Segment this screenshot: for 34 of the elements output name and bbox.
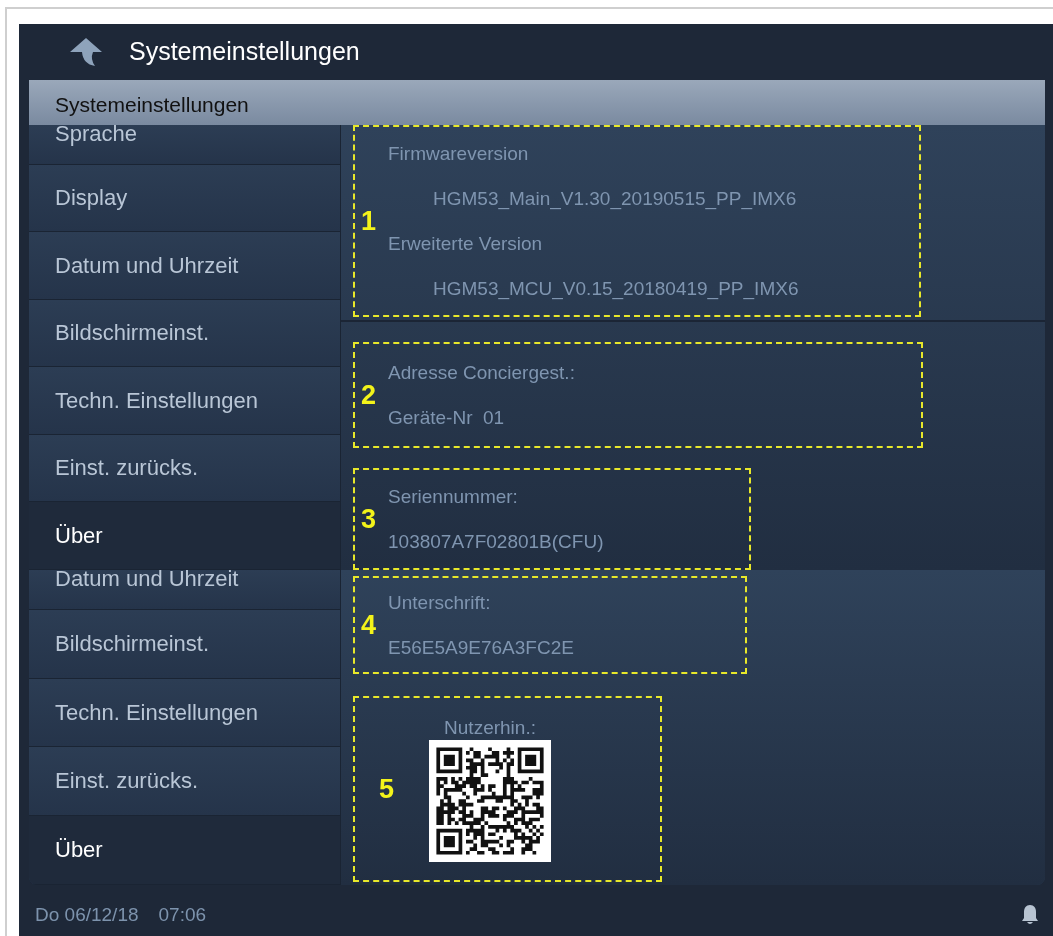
screen-title: Systemeinstellungen xyxy=(129,37,360,66)
menu-item[interactable]: Sprache xyxy=(29,125,340,165)
menu-item[interactable]: Display xyxy=(29,164,340,233)
status-time: 07:06 xyxy=(158,903,207,926)
info-text: E56E5A9E76A3FC2E xyxy=(388,636,574,660)
info-text: Nutzerhin.: xyxy=(443,716,537,740)
menu-item[interactable]: Bildschirmeinst. xyxy=(29,609,340,679)
version-text: HGM53_Main_V1.30_20190515_PP_IMX6 xyxy=(433,186,797,212)
callout-number: 3 xyxy=(361,503,377,535)
info-text: Unterschrift: xyxy=(388,591,491,615)
menu-item[interactable]: Techn. Einstellungen xyxy=(29,367,340,435)
info-text: Geräte-Nr 01 xyxy=(388,405,505,430)
status-date: Do 06/12/18 xyxy=(35,903,139,926)
menu-item[interactable]: Über xyxy=(29,816,340,885)
info-text: Erweiterte Version xyxy=(388,231,543,256)
menu-item[interactable]: Über xyxy=(29,502,340,570)
menu-item[interactable]: Techn. Einstellungen xyxy=(29,678,340,748)
menu-item[interactable]: Einst. zurücks. xyxy=(29,434,340,503)
info-text: Seriennummer: xyxy=(388,484,518,509)
back-arrow-icon[interactable] xyxy=(69,36,103,67)
callout-number: 4 xyxy=(361,609,377,641)
callout-number: 2 xyxy=(361,379,377,411)
section-title: Systemeinstellungen xyxy=(55,93,249,117)
info-text: Firmwareversion xyxy=(388,141,529,166)
callout-number: 1 xyxy=(361,205,377,237)
version-text: HGM53_MCU_V0.15_20180419_PP_IMX6 xyxy=(433,276,799,302)
menu-item[interactable]: Datum und Uhrzeit xyxy=(29,570,340,610)
menu-item[interactable]: Einst. zurücks. xyxy=(29,747,340,817)
bell-icon[interactable] xyxy=(1021,903,1039,926)
info-text: Adresse Conciergest.: xyxy=(388,360,575,385)
info-text: 103807A7F02801B(CFU) xyxy=(388,529,604,554)
callout-number: 5 xyxy=(379,773,395,805)
menu-item[interactable]: Datum und Uhrzeit xyxy=(29,232,340,300)
menu-item[interactable]: Bildschirmeinst. xyxy=(29,299,340,368)
